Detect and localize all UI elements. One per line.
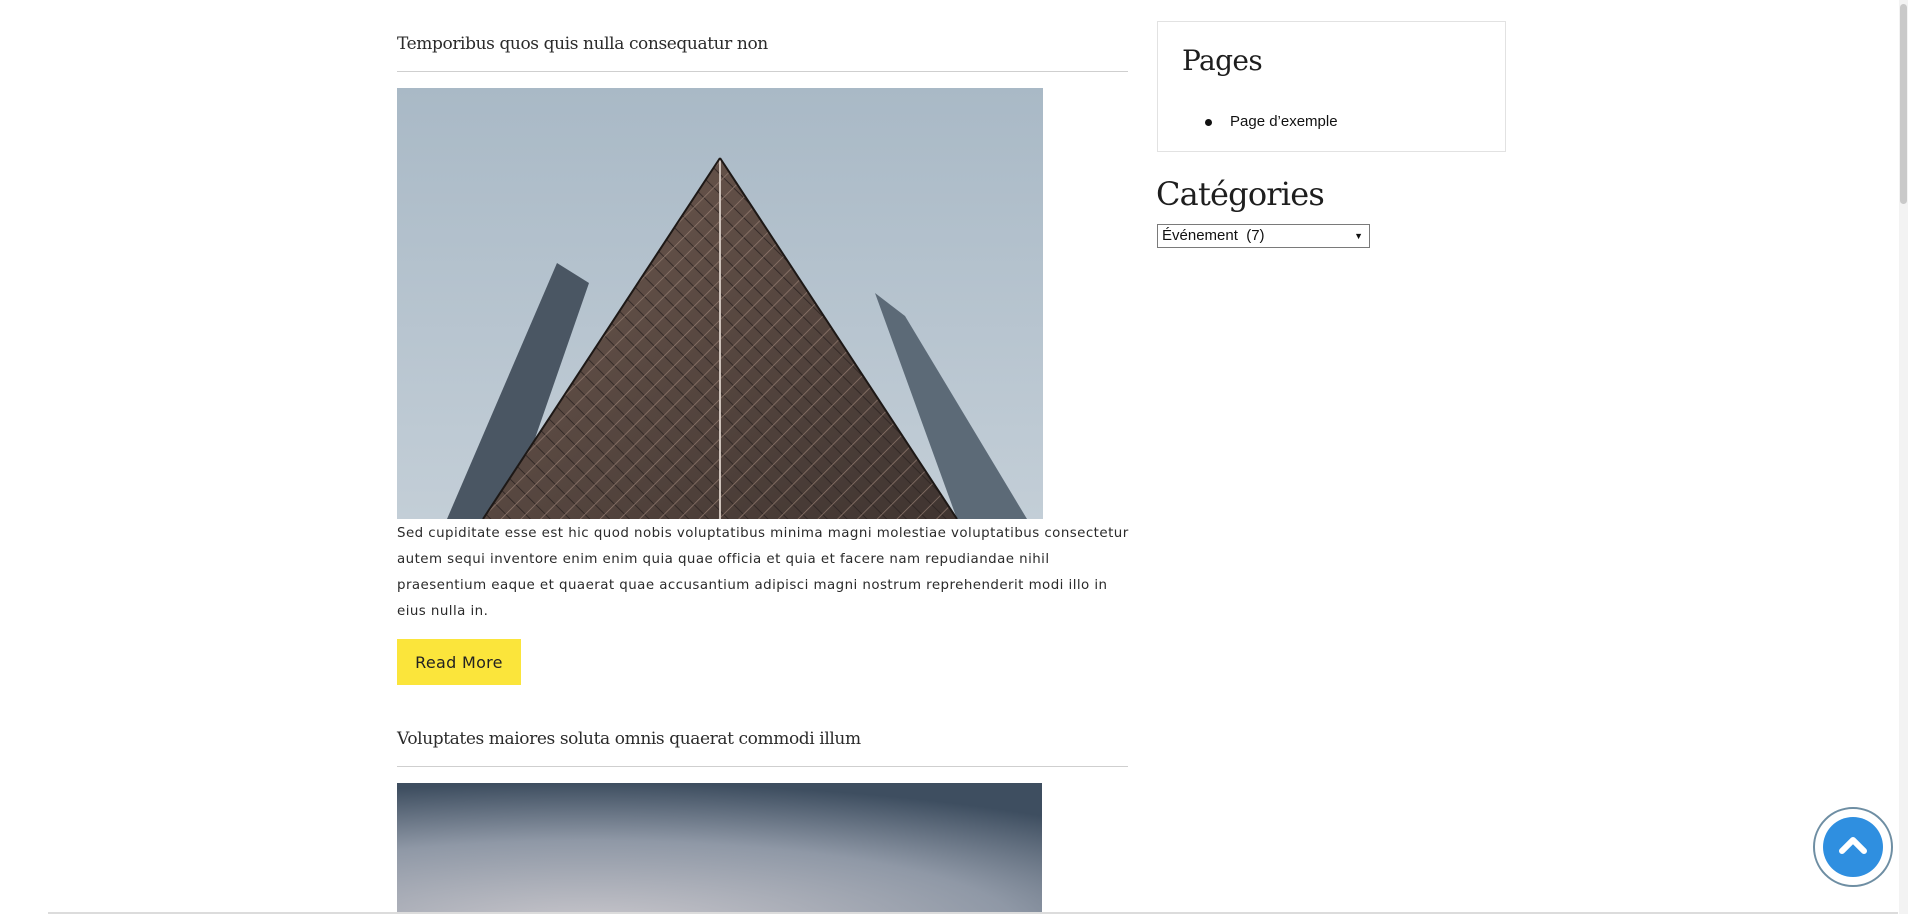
read-more-button[interactable]: Read More (397, 639, 521, 685)
categories-widget-title: Catégories (1156, 175, 1325, 213)
categories-select[interactable]: Événement (7) ▼ (1157, 224, 1370, 248)
caret-down-icon: ▼ (1354, 231, 1363, 241)
post-image-sky[interactable] (397, 783, 1042, 914)
post-image-building[interactable] (397, 88, 1043, 519)
post-excerpt: Sed cupiditate esse est hic quod nobis v… (397, 526, 1129, 619)
pages-list: Page d’exemple (1182, 110, 1338, 134)
page-scrollbar[interactable] (1899, 0, 1908, 914)
pages-widget-title: Pages (1182, 44, 1263, 77)
post-title-1[interactable]: Temporibus quos quis nulla consequatur n… (397, 32, 1128, 56)
page: Temporibus quos quis nulla consequatur n… (0, 0, 1908, 914)
scrollbar-thumb[interactable] (1900, 4, 1907, 204)
page-link-exemple[interactable]: Page d’exemple (1230, 113, 1338, 130)
list-item: Page d’exemple (1182, 110, 1338, 134)
bullet-icon (1205, 119, 1212, 126)
categories-select-value: Événement (7) (1162, 227, 1265, 244)
scroll-to-top-circle (1823, 817, 1883, 877)
pages-widget: Pages Page d’exemple (1157, 21, 1506, 152)
scroll-to-top-button[interactable] (1813, 807, 1893, 887)
title-divider (397, 766, 1128, 767)
chevron-up-icon (1839, 837, 1867, 854)
title-divider (397, 71, 1128, 72)
post-title-2[interactable]: Voluptates maiores soluta omnis quaerat … (397, 727, 1128, 751)
